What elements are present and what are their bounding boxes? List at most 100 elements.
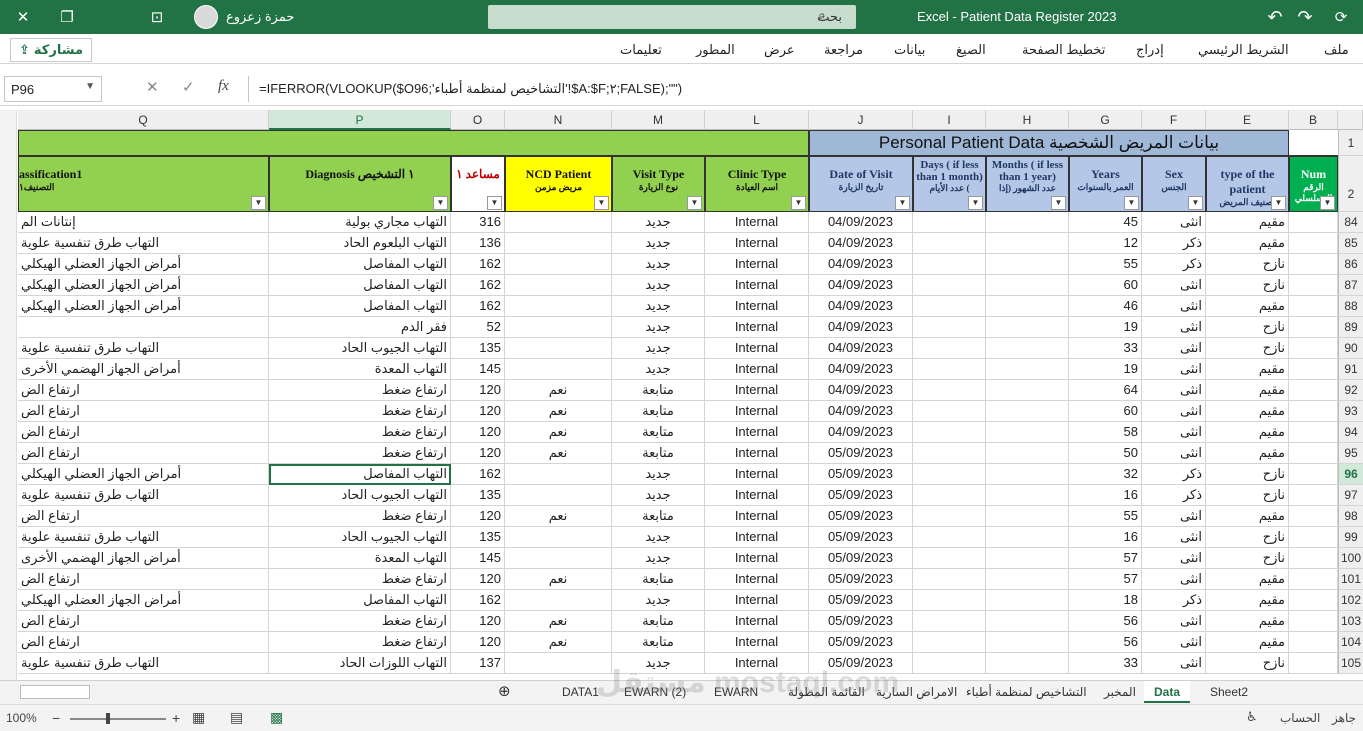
- cell-m[interactable]: متابعة: [612, 422, 705, 443]
- cell-g[interactable]: 19: [1069, 359, 1142, 380]
- sheet-tab-data1[interactable]: DATA1: [562, 681, 599, 703]
- filter-dropdown-icon[interactable]: ▼: [1124, 196, 1139, 210]
- cell-g[interactable]: 55: [1069, 254, 1142, 275]
- cell-g[interactable]: 60: [1069, 401, 1142, 422]
- cell-q[interactable]: أمراض الجهاز العضلي الهيكلي: [18, 296, 269, 317]
- cell-p[interactable]: التهاب المفاصل: [269, 590, 451, 611]
- cell-p[interactable]: ارتفاع ضغط: [269, 443, 451, 464]
- cell-e[interactable]: مقيم: [1206, 506, 1289, 527]
- cell-ncd[interactable]: نعم: [505, 380, 612, 401]
- cell-l[interactable]: Internal: [705, 422, 809, 443]
- cell-i[interactable]: [913, 275, 986, 296]
- cell-g[interactable]: 12: [1069, 233, 1142, 254]
- cell-ncd[interactable]: [505, 590, 612, 611]
- cell-b[interactable]: [1289, 443, 1338, 464]
- cell-i[interactable]: [913, 317, 986, 338]
- row-header[interactable]: 93: [1338, 401, 1363, 422]
- cell-j[interactable]: 05/09/2023: [809, 443, 913, 464]
- cell-f[interactable]: انثى: [1142, 422, 1206, 443]
- cell-h[interactable]: [986, 653, 1069, 674]
- cell-m[interactable]: جديد: [612, 653, 705, 674]
- cell-b[interactable]: [1289, 275, 1338, 296]
- cell-ncd[interactable]: [505, 548, 612, 569]
- cell-j[interactable]: 04/09/2023: [809, 296, 913, 317]
- cell-b[interactable]: [1289, 212, 1338, 233]
- cell-ncd[interactable]: [505, 296, 612, 317]
- cell-b[interactable]: [1289, 548, 1338, 569]
- cell-f[interactable]: انثى: [1142, 212, 1206, 233]
- row-header[interactable]: 99: [1338, 527, 1363, 548]
- cell-h[interactable]: [986, 485, 1069, 506]
- cell-e[interactable]: نازح: [1206, 548, 1289, 569]
- cell-h[interactable]: [986, 380, 1069, 401]
- cell-l[interactable]: Internal: [705, 254, 809, 275]
- cell-j[interactable]: 05/09/2023: [809, 653, 913, 674]
- filter-dropdown-icon[interactable]: ▼: [433, 196, 448, 210]
- cell-m[interactable]: جديد: [612, 254, 705, 275]
- row-header[interactable]: 95: [1338, 443, 1363, 464]
- cell-q[interactable]: التهاب طرق تنفسية علوية: [18, 233, 269, 254]
- cell-o[interactable]: 120: [451, 611, 505, 632]
- cell-m[interactable]: جديد: [612, 485, 705, 506]
- column-header[interactable]: J: [809, 110, 913, 130]
- cell-ncd[interactable]: [505, 317, 612, 338]
- cell-e[interactable]: مقيم: [1206, 380, 1289, 401]
- cell-g[interactable]: 50: [1069, 443, 1142, 464]
- cell-q[interactable]: ارتفاع الض: [18, 611, 269, 632]
- cell-f[interactable]: انثى: [1142, 338, 1206, 359]
- zoom-slider-thumb[interactable]: [106, 713, 110, 724]
- cell-o[interactable]: 52: [451, 317, 505, 338]
- cell-o[interactable]: 120: [451, 569, 505, 590]
- cell-b[interactable]: [1289, 464, 1338, 485]
- cell-q[interactable]: إنتانات الم: [18, 212, 269, 233]
- cell-b[interactable]: [1289, 632, 1338, 653]
- row-header[interactable]: 88: [1338, 296, 1363, 317]
- cell-g[interactable]: 33: [1069, 653, 1142, 674]
- cell-p[interactable]: ارتفاع ضغط: [269, 506, 451, 527]
- cell-b[interactable]: [1289, 569, 1338, 590]
- cell-o[interactable]: 162: [451, 464, 505, 485]
- cell-o[interactable]: 120: [451, 443, 505, 464]
- cell-o[interactable]: 120: [451, 401, 505, 422]
- cell-i[interactable]: [913, 338, 986, 359]
- cell-ncd[interactable]: [505, 338, 612, 359]
- cell-p[interactable]: فقر الدم: [269, 317, 451, 338]
- cell-q[interactable]: ارتفاع الض: [18, 569, 269, 590]
- cell-i[interactable]: [913, 485, 986, 506]
- cell-p[interactable]: ارتفاع ضغط: [269, 380, 451, 401]
- cell-m[interactable]: جديد: [612, 338, 705, 359]
- cell-b[interactable]: [1289, 338, 1338, 359]
- cell-j[interactable]: 04/09/2023: [809, 233, 913, 254]
- cell-l[interactable]: Internal: [705, 632, 809, 653]
- tab-page-layout[interactable]: تخطيط الصفحة: [1022, 42, 1105, 58]
- cell-g[interactable]: 45: [1069, 212, 1142, 233]
- cell-ncd[interactable]: [505, 464, 612, 485]
- cell-q[interactable]: ارتفاع الض: [18, 401, 269, 422]
- cell-ncd[interactable]: [505, 254, 612, 275]
- cell-ncd[interactable]: نعم: [505, 569, 612, 590]
- cell-m[interactable]: جديد: [612, 275, 705, 296]
- close-icon[interactable]: ✕: [0, 0, 46, 34]
- cell-l[interactable]: Internal: [705, 611, 809, 632]
- share-button[interactable]: ⇪ مشاركة: [10, 38, 92, 62]
- cell-b[interactable]: [1289, 611, 1338, 632]
- cell-o[interactable]: 162: [451, 254, 505, 275]
- cell-f[interactable]: ذكر: [1142, 485, 1206, 506]
- cell-l[interactable]: Internal: [705, 548, 809, 569]
- add-sheet-icon[interactable]: ⊕: [498, 681, 511, 703]
- cell-g[interactable]: 16: [1069, 485, 1142, 506]
- sheet-tab-data[interactable]: Data: [1144, 681, 1191, 703]
- cell-g[interactable]: 55: [1069, 506, 1142, 527]
- row-header[interactable]: 94: [1338, 422, 1363, 443]
- cell-ncd[interactable]: نعم: [505, 422, 612, 443]
- cell-i[interactable]: [913, 464, 986, 485]
- cell-f[interactable]: ذكر: [1142, 464, 1206, 485]
- name-box[interactable]: P96 ▼: [4, 76, 102, 102]
- cell-i[interactable]: [913, 527, 986, 548]
- cell-j[interactable]: 04/09/2023: [809, 380, 913, 401]
- cell-p[interactable]: ارتفاع ضغط: [269, 632, 451, 653]
- cell-o[interactable]: 145: [451, 548, 505, 569]
- cell-o[interactable]: 135: [451, 527, 505, 548]
- cell-h[interactable]: [986, 569, 1069, 590]
- filter-dropdown-icon[interactable]: ▼: [251, 196, 266, 210]
